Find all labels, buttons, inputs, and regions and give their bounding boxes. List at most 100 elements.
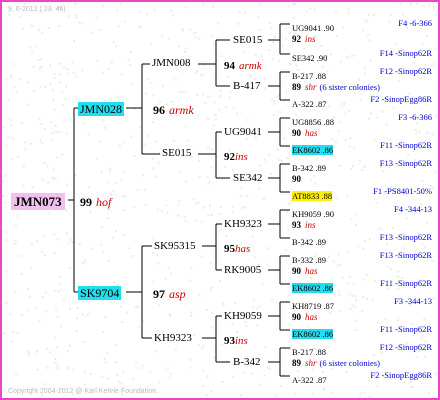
watermark-dot [122,233,125,236]
queen-gen5-row[interactable]: AT8833 .88 [292,187,333,203]
watermark-dot [141,364,144,367]
queen-gen5-row[interactable]: EK8602 .86 [292,141,334,157]
watermark-dot [12,138,15,141]
queen-gen3-4[interactable]: KH9323 [154,333,192,344]
queen-gen2-2[interactable]: SK9704 [78,286,122,300]
watermark-dot [112,189,115,192]
queen-gen2-1[interactable]: JMN028 [78,102,125,116]
queen-gen5-row[interactable]: A-322 .87 [292,95,326,111]
watermark-dot [58,130,61,133]
watermark-dot [167,37,170,40]
watermark-dot [78,21,81,24]
watermark-dot [279,385,282,388]
breed-label: ins [305,220,316,230]
watermark-dot [81,69,84,72]
watermark-dot [386,287,389,290]
queen-gen3-3[interactable]: SK95315 [154,241,196,252]
generation-number: 90 [292,312,301,322]
watermark-dot [49,64,51,67]
watermark-dot [75,14,78,17]
watermark-dot [198,37,201,40]
watermark-dot [146,12,149,15]
watermark-dot [220,55,223,57]
queen-gen5-line: F12 -Sinop62R [379,342,432,352]
watermark-dot [403,381,405,384]
queen-gen5-row[interactable]: A-322 .87 [292,371,326,387]
watermark-dot [39,85,42,88]
watermark-dot [152,93,155,96]
queen-gen5-row[interactable]: SE342 .90 [292,49,327,65]
queen-gen4-1[interactable]: SE015 [233,35,262,46]
watermark-dot [3,389,6,392]
watermark-dot [136,189,139,191]
watermark-dot [102,330,105,333]
watermark-dot [434,372,437,375]
watermark-dot [146,77,149,80]
watermark-dot [184,6,187,9]
watermark-dot [101,71,104,74]
queen-gen3-2[interactable]: SE015 [162,148,191,159]
watermark-dot [403,247,406,250]
watermark-dot [177,203,180,206]
queen-gen5-row[interactable]: EK8602 .86 [292,325,334,341]
watermark-dot [368,238,371,241]
queen-gen5-line: F11 -Sinop62R [380,278,432,288]
watermark-dot [224,165,227,168]
watermark-dot [212,124,215,127]
watermark-dot [139,25,142,28]
queen-gen4-4[interactable]: SE342 [233,173,262,184]
watermark-dot [144,204,147,207]
queen-gen1[interactable]: JMN073 [11,193,65,210]
watermark-dot [59,282,62,285]
watermark-dot [40,58,42,60]
watermark-dot [109,167,112,170]
watermark-dot [355,213,358,216]
watermark-dot [155,254,158,257]
queen-gen5-row[interactable]: B-342 .89 [292,233,326,249]
watermark-dot [78,242,81,245]
queen-gen4-2[interactable]: B-417 [233,81,261,92]
watermark-dot [264,346,267,349]
watermark-dot [388,20,391,23]
watermark-dot [347,11,350,14]
queen-gen3-1[interactable]: JMN008 [152,58,191,69]
watermark-dot [184,219,187,222]
copyright: Copyright 2004-2012 @ Karl Kehrle Founda… [8,388,158,395]
watermark-dot [210,311,213,314]
watermark-dot [2,194,5,197]
watermark-dot [222,304,225,307]
watermark-dot [201,3,204,6]
watermark-dot [103,358,106,361]
breed-label: hof [96,195,112,209]
watermark-dot [397,319,400,322]
watermark-dot [314,182,317,185]
watermark-dot [52,176,55,179]
watermark-dot [368,39,371,42]
queen-gen4-3[interactable]: UG9041 [224,127,262,138]
watermark-dot [20,121,23,124]
queen-gen5-info: 90 has [292,124,318,140]
queen-gen5-info: 90 has [292,262,318,278]
watermark-dot [9,74,12,77]
watermark-dot [189,366,192,369]
queen-gen4-6[interactable]: RK9005 [224,265,261,276]
watermark-dot [193,198,196,201]
queen-gen5-row[interactable]: EK8602 .86 [292,279,334,295]
queen-gen4-5[interactable]: KH9323 [224,219,262,230]
watermark-dot [272,58,275,61]
watermark-dot [207,182,210,185]
watermark-dot [211,148,214,151]
watermark-dot [425,132,428,135]
queen-gen4-8[interactable]: B-342 [233,357,261,368]
watermark-dot [270,298,273,301]
watermark-dot [198,176,201,178]
watermark-dot [207,214,210,217]
queen-gen4-7[interactable]: KH9059 [224,311,262,322]
watermark-dot [122,209,125,212]
watermark-dot [136,305,139,308]
watermark-dot [227,76,230,79]
watermark-dot [335,12,337,15]
watermark-dot [432,8,435,11]
watermark-dot [27,81,29,84]
watermark-dot [268,154,270,157]
